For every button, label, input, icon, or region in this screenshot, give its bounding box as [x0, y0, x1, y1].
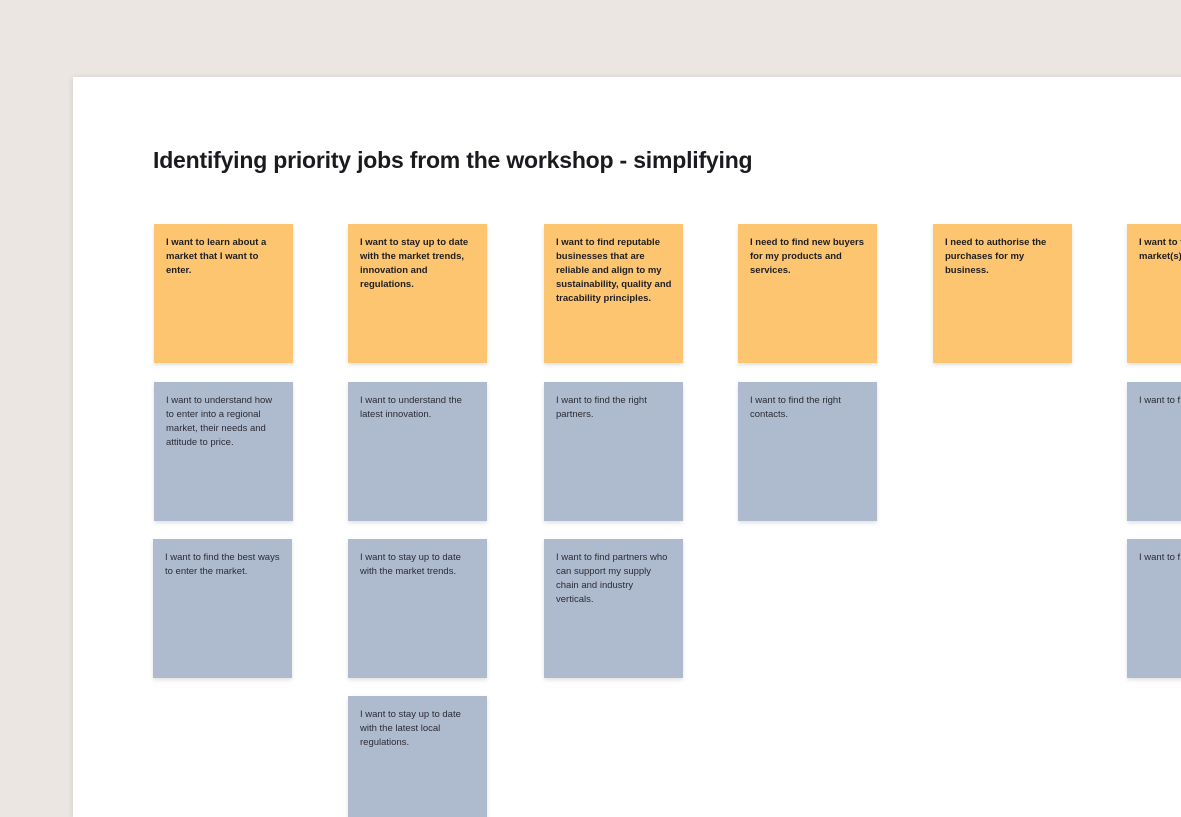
job-note[interactable]: I want to find reputable businesses that…: [544, 224, 683, 363]
need-note[interactable]: I want to stay up to date with the marke…: [348, 539, 487, 678]
need-note[interactable]: I want to find the right partners.: [544, 382, 683, 521]
whiteboard: Identifying priority jobs from the works…: [73, 77, 1181, 817]
board-title: Identifying priority jobs from the works…: [153, 147, 753, 173]
job-note[interactable]: I need to authorise the purchases for my…: [933, 224, 1072, 363]
need-note[interactable]: I want to understand how to enter into a…: [154, 382, 293, 521]
need-note[interactable]: I want to find partners who can support …: [544, 539, 683, 678]
need-note[interactable]: I want to find the right contacts.: [738, 382, 877, 521]
job-note[interactable]: I need to find new buyers for my product…: [738, 224, 877, 363]
job-note[interactable]: I want to f approved market(s): [1127, 224, 1181, 363]
need-note[interactable]: I want to stay up to date with the lates…: [348, 696, 487, 817]
need-note[interactable]: I want to understand the latest innovati…: [348, 382, 487, 521]
need-note[interactable]: I want to f products a: [1127, 382, 1181, 521]
job-note[interactable]: I want to stay up to date with the marke…: [348, 224, 487, 363]
job-note[interactable]: I want to learn about a market that I wa…: [154, 224, 293, 363]
need-note[interactable]: I want to f without pa: [1127, 539, 1181, 678]
need-note[interactable]: I want to find the best ways to enter th…: [153, 539, 292, 678]
